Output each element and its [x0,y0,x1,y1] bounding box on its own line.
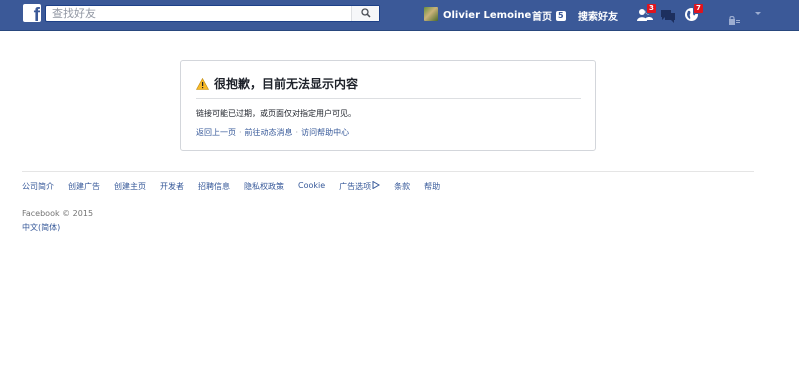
divider [196,98,581,99]
footer-link-create-page[interactable]: 创建主页 [114,181,146,192]
home-label: 首页 [532,12,552,23]
help-center-link[interactable]: 访问帮助中心 [301,128,349,137]
footer-link-help[interactable]: 帮助 [424,181,440,192]
avatar[interactable] [424,7,438,21]
error-links: 返回上一页 · 前往动态消息 · 访问帮助中心 [196,127,349,138]
search-input[interactable] [46,6,351,21]
search-box [45,5,380,22]
chevron-down-icon [755,12,761,15]
notifications-badge: 7 [693,3,704,14]
messages-button[interactable] [660,8,676,27]
home-count-badge: 5 [556,10,566,21]
ad-choices-icon [372,181,381,189]
home-link[interactable]: 首页 5 [532,0,566,31]
profile-name-link[interactable]: Olivier Lemoine [443,0,531,31]
friend-requests-badge: 3 [646,3,657,14]
messages-icon [661,10,675,23]
error-message: 链接可能已过期，或页面仅对指定用户可见。 [196,109,356,118]
search-icon [361,8,371,18]
footer-link-privacy[interactable]: 隐私权政策 [244,181,284,192]
profile-name: Olivier Lemoine [443,10,532,21]
footer-link-create-ad[interactable]: 创建广告 [68,181,100,192]
warning-icon [196,77,209,90]
facebook-logo[interactable]: f [23,4,41,22]
notifications-button[interactable]: 7 [684,3,704,26]
news-feed-link[interactable]: 前往动态消息 [245,128,293,137]
ad-choices-label: 广告选项 [339,182,372,191]
top-bar: f Olivier Lemoine 首页 5 搜索好友 3 [0,0,799,31]
go-back-link[interactable]: 返回上一页 [196,128,236,137]
footer-link-developers[interactable]: 开发者 [160,181,184,192]
copyright: Facebook © 2015 [22,209,94,218]
privacy-lock-icon [729,15,740,25]
find-friends-link[interactable]: 搜索好友 [578,0,618,31]
error-title: 很抱歉，目前无法显示内容 [196,75,358,92]
footer-divider [22,171,754,172]
language-link[interactable]: 中文(简体) [22,222,60,233]
find-friends-label: 搜索好友 [578,12,618,23]
footer-links: 公司简介 创建广告 创建主页 开发者 招聘信息 隐私权政策 Cookie 广告选… [22,181,454,192]
footer-link-careers[interactable]: 招聘信息 [198,181,230,192]
footer-link-terms[interactable]: 条款 [394,181,410,192]
error-title-text: 很抱歉，目前无法显示内容 [214,77,359,91]
link-separator: · [295,128,299,137]
error-panel: 很抱歉，目前无法显示内容 链接可能已过期，或页面仅对指定用户可见。 返回上一页 ·… [180,60,596,151]
footer-link-cookies[interactable]: Cookie [298,181,325,192]
link-separator: · [239,128,242,137]
footer-link-ad-choices[interactable]: 广告选项 [339,181,381,192]
search-button[interactable] [351,6,379,21]
friend-requests-button[interactable]: 3 [637,3,657,26]
footer-link-about[interactable]: 公司简介 [22,181,54,192]
account-menu-button[interactable] [729,10,761,29]
